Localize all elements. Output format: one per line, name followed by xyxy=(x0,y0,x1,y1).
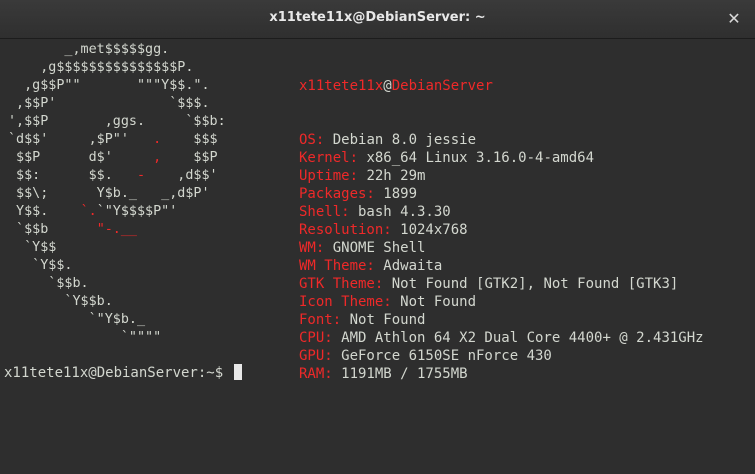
logo-line: $$: $$. - ,d$$' xyxy=(8,168,218,183)
info-value: Adwaita xyxy=(374,258,443,274)
info-label: Icon Theme: xyxy=(299,294,392,310)
close-icon[interactable]: ✕ xyxy=(721,6,747,32)
info-label: Font: xyxy=(299,312,342,328)
info-line: WM Theme: Adwaita xyxy=(299,257,704,275)
info-line: RAM: 1191MB / 1755MB xyxy=(299,365,704,383)
info-value: 22h 29m xyxy=(358,168,426,184)
info-label: Uptime: xyxy=(299,168,359,184)
info-line: WM: GNOME Shell xyxy=(299,239,704,257)
info-line: Shell: bash 4.3.30 xyxy=(299,203,704,221)
info-label: Packages: xyxy=(299,186,375,202)
title-bar[interactable]: x11tete11x@DebianServer: ~ ✕ xyxy=(0,0,755,39)
info-label: RAM: xyxy=(299,366,333,382)
info-label: GTK Theme: xyxy=(299,276,384,292)
text-cursor xyxy=(233,364,242,380)
logo-line: `d$$' ,$P"' . $$$ xyxy=(8,132,218,147)
debian-ascii-logo: _,met$$$$$gg. ,g$$$$$$$$$$$$$$$P. ,g$$P"… xyxy=(8,41,226,347)
logo-line: `Y$$ xyxy=(8,240,57,255)
info-value: GeForce 6150SE nForce 430 xyxy=(332,348,552,364)
system-info: x11tete11x@DebianServer OS: Debian 8.0 j… xyxy=(299,41,704,419)
info-value: bash 4.3.30 xyxy=(349,204,451,220)
logo-line: `"Y$b._ xyxy=(8,312,146,327)
logo-line: ,g$$$$$$$$$$$$$$$P. xyxy=(8,60,194,75)
info-line: CPU: AMD Athlon 64 X2 Dual Core 4400+ @ … xyxy=(299,329,704,347)
info-label: Shell: xyxy=(299,204,350,220)
logo-line: $$\; Y$b._ _,d$P' xyxy=(8,186,210,201)
prompt-text: x11tete11x@DebianServer:~$ xyxy=(4,365,232,381)
terminal-output[interactable]: _,met$$$$$gg. ,g$$$$$$$$$$$$$$$P. ,g$$P"… xyxy=(0,39,755,474)
window-title: x11tete11x@DebianServer: ~ xyxy=(269,10,486,25)
info-label: GPU: xyxy=(299,348,333,364)
info-line: Kernel: x86_64 Linux 3.16.0-4-amd64 xyxy=(299,149,704,167)
info-line: Font: Not Found xyxy=(299,311,704,329)
logo-line: ,$$P' `$$$. xyxy=(8,96,210,111)
logo-line: _,met$$$$$gg. xyxy=(8,42,170,57)
info-value: Not Found [GTK2], Not Found [GTK3] xyxy=(383,276,679,292)
info-value: Not Found xyxy=(391,294,477,310)
info-line: Icon Theme: Not Found xyxy=(299,293,704,311)
logo-line: ,g$$P"" """Y$$.". xyxy=(8,78,210,93)
logo-line: `$$b "-.__ xyxy=(8,222,137,237)
info-line: Resolution: 1024x768 xyxy=(299,221,704,239)
logo-line: $$P d$' , $$P xyxy=(8,150,218,165)
logo-line: `Y$$. xyxy=(8,258,73,273)
logo-line: ',$$P ,ggs. `$$b: xyxy=(8,114,226,129)
logo-line: `$$b. xyxy=(8,276,89,291)
logo-line: `Y$$b. xyxy=(8,294,113,309)
info-value: Not Found xyxy=(341,312,426,328)
info-label: Kernel: xyxy=(299,150,359,166)
info-value: 1024x768 xyxy=(391,222,468,238)
info-value: x86_64 Linux 3.16.0-4-amd64 xyxy=(358,150,595,166)
shell-prompt[interactable]: x11tete11x@DebianServer:~$ xyxy=(4,364,242,382)
info-line: Packages: 1899 xyxy=(299,185,704,203)
info-line: GTK Theme: Not Found [GTK2], Not Found [… xyxy=(299,275,704,293)
info-value: GNOME Shell xyxy=(324,240,426,256)
terminal-window: x11tete11x@DebianServer: ~ ✕ _,met$$$$$g… xyxy=(0,0,755,474)
info-label: WM: xyxy=(299,240,325,256)
info-value: 1899 xyxy=(374,186,418,202)
info-line: Uptime: 22h 29m xyxy=(299,167,704,185)
info-at: @ xyxy=(383,78,392,94)
info-value: Debian 8.0 jessie xyxy=(324,132,477,148)
logo-line: Y$$. `.`"Y$$$$P"' xyxy=(8,204,178,219)
info-host: DebianServer xyxy=(391,78,493,94)
info-header: x11tete11x@DebianServer xyxy=(299,77,704,95)
info-line: OS: Debian 8.0 jessie xyxy=(299,131,704,149)
info-label: CPU: xyxy=(299,330,333,346)
info-label: WM Theme: xyxy=(299,258,375,274)
info-label: Resolution: xyxy=(299,222,392,238)
info-label: OS: xyxy=(299,132,325,148)
info-value: 1191MB / 1755MB xyxy=(332,366,468,382)
logo-line: `"""" xyxy=(8,330,162,345)
info-value: AMD Athlon 64 X2 Dual Core 4400+ @ 2.431… xyxy=(332,330,704,346)
info-line: GPU: GeForce 6150SE nForce 430 xyxy=(299,347,704,365)
info-user: x11tete11x xyxy=(299,78,384,94)
